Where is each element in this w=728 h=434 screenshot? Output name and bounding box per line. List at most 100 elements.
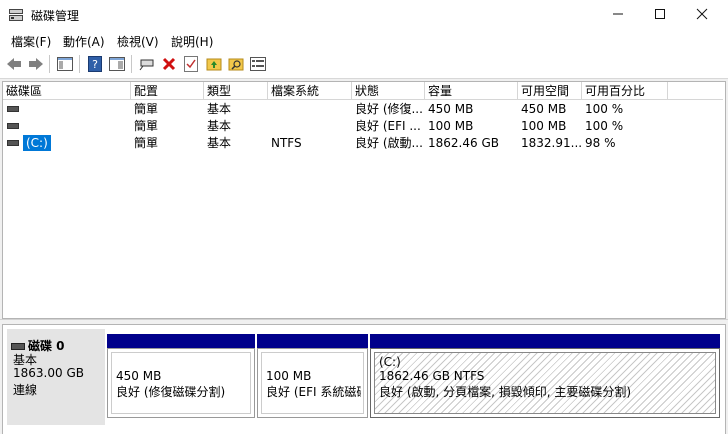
percent-free-cell: 100 % (585, 119, 624, 133)
partition-bar (107, 334, 255, 348)
delete-button[interactable] (160, 55, 178, 73)
partition-status: 良好 (EFI 系統磁碟: (266, 385, 361, 399)
back-button[interactable] (5, 55, 23, 73)
window-title: 磁碟管理 (31, 9, 80, 23)
file-system-cell (268, 101, 271, 117)
folder-up-icon (206, 58, 222, 71)
table-row-selected[interactable]: (C:) 簡單 基本 NTFS 良好 (啟動... 1862.46 GB 183… (3, 135, 723, 151)
column-header-free-space[interactable]: 可用空間 (518, 82, 582, 100)
file-system-cell: NTFS (271, 136, 302, 150)
explore-button[interactable] (227, 55, 245, 73)
menu-bar: 檔案(F) 動作(A) 檢視(V) 說明(H) (0, 30, 728, 50)
layout-cell: 簡單 (134, 119, 159, 133)
menu-action[interactable]: 動作(A) (63, 33, 105, 50)
type-cell: 基本 (207, 136, 232, 150)
show-hide-console-tree-button[interactable] (56, 55, 74, 73)
disk-icon (11, 343, 25, 350)
column-header-filler (668, 82, 723, 100)
column-header-type[interactable]: 類型 (204, 82, 268, 100)
column-header-capacity[interactable]: 容量 (425, 82, 518, 100)
disk-size: 1863.00 GB (13, 366, 84, 380)
partition-label: (C:) (379, 355, 401, 369)
free-space-cell: 450 MB (521, 102, 567, 116)
maximize-icon (655, 9, 665, 19)
forward-button[interactable] (27, 55, 45, 73)
partition-inner-hatched: (C:) 1862.46 GB NTFS 良好 (啟動, 分頁檔案, 損毀傾印,… (374, 352, 716, 414)
partition-size: 1862.46 GB NTFS (379, 369, 485, 383)
partition-inner: 450 MB 良好 (修復磁碟分割) (111, 352, 251, 414)
menu-file[interactable]: 檔案(F) (11, 33, 51, 50)
checklist-icon (184, 56, 198, 72)
partition-status: 良好 (啟動, 分頁檔案, 損毀傾印, 主要磁碟分割) (379, 385, 632, 399)
partition-size: 450 MB (116, 369, 162, 383)
free-space-cell: 1832.91... (521, 136, 582, 150)
folder-search-icon (228, 58, 244, 71)
partition-c-drive[interactable]: (C:) 1862.46 GB NTFS 良好 (啟動, 分頁檔案, 損毀傾印,… (370, 334, 720, 418)
toolbar-separator (49, 55, 50, 73)
partition-bar (370, 334, 720, 348)
disk-map: 磁碟 0 基本 1863.00 GB 連線 450 MB 良好 (修復磁碟分割)… (2, 324, 726, 434)
partition-body-selected: (C:) 1862.46 GB NTFS 良好 (啟動, 分頁檔案, 損毀傾印,… (370, 348, 720, 418)
layout-cell: 簡單 (134, 136, 159, 150)
console-tree-icon (57, 57, 73, 71)
toolbar-separator (79, 55, 80, 73)
status-cell: 良好 (修復... (355, 102, 423, 116)
partition-efi[interactable]: 100 MB 良好 (EFI 系統磁碟: (257, 334, 368, 418)
open-folder-button[interactable] (205, 55, 223, 73)
volume-name (23, 101, 29, 117)
list-view-icon (250, 57, 266, 71)
capacity-cell: 100 MB (428, 119, 474, 133)
partition-bar (257, 334, 368, 348)
column-header-volume[interactable]: 磁碟區 (3, 82, 131, 100)
column-header-file-system[interactable]: 檔案系統 (268, 82, 352, 100)
toolbar: ? (0, 50, 728, 79)
close-icon (696, 8, 708, 20)
toolbar-separator (131, 55, 132, 73)
disk-state: 連線 (13, 383, 38, 397)
properties-button[interactable] (108, 55, 126, 73)
connect-virtual-disk-button[interactable] (138, 55, 156, 73)
volume-icon (7, 123, 19, 129)
column-header-percent-free[interactable]: 可用百分比 (582, 82, 668, 100)
delete-x-icon (162, 57, 176, 71)
drive-connect-icon (139, 59, 154, 71)
forward-arrow-icon (29, 58, 43, 70)
type-cell: 基本 (207, 119, 232, 133)
partition-body: 450 MB 良好 (修復磁碟分割) (107, 348, 255, 418)
check-properties-button[interactable] (182, 55, 200, 73)
capacity-cell: 450 MB (428, 102, 474, 116)
maximize-button[interactable] (638, 0, 682, 30)
partition-status: 良好 (修復磁碟分割) (116, 385, 226, 399)
table-row[interactable]: 簡單 基本 良好 (EFI ... 100 MB 100 MB 100 % (3, 118, 723, 134)
menu-view[interactable]: 檢視(V) (117, 33, 159, 50)
minimize-button[interactable] (596, 0, 640, 30)
column-header-status[interactable]: 狀態 (352, 82, 425, 100)
help-book-icon: ? (88, 56, 102, 72)
layout-cell: 簡單 (134, 102, 159, 116)
free-space-cell: 100 MB (521, 119, 567, 133)
help-button[interactable]: ? (86, 55, 104, 73)
list-view-button[interactable] (249, 55, 267, 73)
title-bar: 磁碟管理 (0, 0, 728, 30)
disk-info-panel[interactable]: 磁碟 0 基本 1863.00 GB 連線 (7, 329, 105, 425)
partition-inner: 100 MB 良好 (EFI 系統磁碟: (261, 352, 364, 414)
properties-pane-icon (109, 57, 125, 71)
volume-icon (7, 140, 19, 146)
percent-free-cell: 98 % (585, 136, 616, 150)
partition-size: 100 MB (266, 369, 312, 383)
status-cell: 良好 (EFI ... (355, 119, 421, 133)
partition-recovery[interactable]: 450 MB 良好 (修復磁碟分割) (107, 334, 255, 418)
percent-free-cell: 100 % (585, 102, 624, 116)
volume-name (23, 118, 29, 134)
minimize-icon (613, 13, 623, 15)
table-row[interactable]: 簡單 基本 良好 (修復... 450 MB 450 MB 100 % (3, 101, 723, 117)
volume-icon (7, 106, 19, 112)
svg-text:?: ? (92, 58, 98, 71)
capacity-cell: 1862.46 GB (428, 136, 499, 150)
status-cell: 良好 (啟動... (355, 136, 423, 150)
file-system-cell (268, 118, 271, 134)
close-button[interactable] (680, 0, 724, 30)
column-header-layout[interactable]: 配置 (131, 82, 204, 100)
menu-help[interactable]: 說明(H) (171, 33, 213, 50)
back-arrow-icon (7, 58, 21, 70)
